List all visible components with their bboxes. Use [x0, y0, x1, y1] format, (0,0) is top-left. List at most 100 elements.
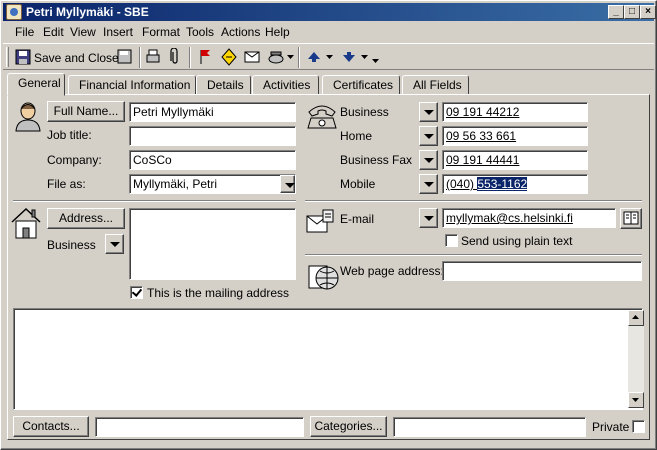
file-as-combobox[interactable]: Myllymäki, Petri [129, 174, 296, 194]
title-bar[interactable]: Petri Myllymäki - SBE _ □ × [3, 3, 656, 21]
next-dropdown-icon[interactable] [361, 55, 369, 61]
save-disk-icon [15, 49, 31, 65]
print-icon[interactable] [144, 48, 162, 66]
home-phone-value: 09 56 33 661 [446, 129, 517, 143]
menu-tools[interactable]: Tools [186, 25, 214, 39]
toolbar-separator [139, 47, 141, 68]
previous-dropdown-icon[interactable] [326, 55, 334, 61]
address-separator [13, 200, 296, 202]
scroll-down-button[interactable] [628, 392, 644, 408]
full-name-button[interactable]: Full Name... [47, 101, 125, 122]
file-as-label: File as: [47, 177, 86, 191]
notes-textarea[interactable] [13, 308, 643, 410]
business-fax-type-dropdown[interactable] [419, 150, 438, 170]
tab-details[interactable]: Details [196, 75, 251, 95]
standard-toolbar: Save and Close [3, 43, 654, 70]
company-label: Company: [47, 153, 102, 167]
dial-phone-icon[interactable] [267, 48, 285, 66]
job-title-field[interactable] [129, 126, 296, 146]
follow-up-flag-icon[interactable] [196, 48, 214, 66]
address-type-label: Business [47, 238, 96, 252]
menu-file[interactable]: File [15, 25, 34, 39]
business-phone-type-dropdown[interactable] [419, 102, 438, 122]
job-title-label: Job title: [47, 128, 92, 142]
full-name-field[interactable]: Petri Myllymäki [129, 102, 296, 122]
business-fax-value: 09 191 44441 [446, 153, 520, 167]
home-phone-field[interactable]: 09 56 33 661 [442, 126, 588, 146]
business-fax-field[interactable]: 09 191 44441 [442, 150, 588, 170]
mobile-phone-value: (040) [446, 177, 478, 191]
paperclip-icon[interactable] [166, 48, 184, 66]
dial-dropdown-icon[interactable] [287, 55, 295, 61]
company-field[interactable]: CoSCo [129, 150, 296, 170]
contacts-button[interactable]: Contacts... [13, 416, 89, 437]
toolbar-separator [189, 47, 191, 68]
save-icon[interactable] [116, 48, 134, 66]
person-icon [15, 102, 41, 132]
contact-card-icon [6, 4, 22, 20]
business-phone-value: 09 191 44212 [446, 105, 520, 119]
toolbar-separator [298, 47, 300, 68]
maximize-button[interactable]: □ [624, 5, 640, 19]
web-page-field[interactable] [442, 261, 642, 281]
close-button[interactable]: × [640, 5, 656, 19]
email-type-dropdown[interactable] [419, 208, 438, 228]
business-phone-label: Business [340, 105, 389, 119]
house-icon [11, 207, 41, 239]
email-envelope-icon [306, 209, 334, 233]
private-checkbox[interactable] [632, 420, 645, 433]
mobile-phone-type-dropdown[interactable] [419, 174, 438, 194]
menu-help[interactable]: Help [265, 25, 290, 39]
web-page-label: Web page address: [340, 264, 444, 278]
journal-icon[interactable] [220, 48, 238, 66]
window-title: Petri Myllymäki - SBE [26, 5, 149, 19]
address-type-dropdown[interactable] [105, 234, 124, 254]
categories-button[interactable]: Categories... [310, 416, 387, 437]
menu-actions[interactable]: Actions [221, 25, 260, 39]
toolbar-grip[interactable] [6, 47, 9, 67]
email-field[interactable]: myllymak@cs.helsinki.fi [442, 208, 616, 228]
email-label: E-mail [340, 212, 375, 226]
menu-bar: File Edit View Insert Format Tools Actio… [3, 22, 654, 42]
previous-item-icon[interactable] [305, 48, 323, 66]
save-and-close-label: Save and Close [34, 51, 119, 65]
tab-all-fields[interactable]: All Fields [402, 75, 469, 95]
mailing-address-checkbox[interactable] [130, 286, 143, 299]
email-value: myllymak@cs.helsinki.fi [446, 211, 573, 225]
menu-format[interactable]: Format [142, 25, 180, 39]
mobile-phone-selected-text: 553-1162 [477, 177, 528, 191]
home-phone-type-dropdown[interactable] [419, 126, 438, 146]
tab-certificates[interactable]: Certificates [322, 75, 400, 95]
toolbar-options-icon[interactable] [372, 55, 380, 65]
new-message-to-contact-icon[interactable] [243, 48, 261, 66]
address-book-button[interactable] [620, 208, 642, 229]
telephone-icon [307, 105, 337, 129]
mailing-address-label: This is the mailing address [147, 286, 290, 300]
address-textarea[interactable] [129, 208, 296, 280]
menu-insert[interactable]: Insert [103, 25, 133, 39]
contacts-field[interactable] [95, 417, 304, 437]
menu-view[interactable]: View [70, 25, 96, 39]
business-fax-label: Business Fax [340, 153, 413, 167]
tab-general[interactable]: General [7, 73, 65, 96]
address-book-icon [623, 211, 639, 225]
plain-text-checkbox[interactable] [445, 234, 458, 247]
menu-edit[interactable]: Edit [43, 25, 64, 39]
notes-scrollbar[interactable] [628, 310, 644, 408]
mobile-phone-field[interactable]: (040) 553-1162 [442, 174, 588, 194]
business-phone-field[interactable]: 09 191 44212 [442, 102, 588, 122]
next-item-icon[interactable] [340, 48, 358, 66]
save-and-close-button[interactable]: Save and Close [13, 47, 119, 68]
address-button[interactable]: Address... [47, 208, 125, 229]
home-phone-label: Home [340, 129, 373, 143]
tab-financial-information[interactable]: Financial Information [68, 75, 196, 95]
minimize-button[interactable]: _ [608, 5, 624, 19]
categories-field[interactable] [393, 417, 586, 437]
scroll-up-button[interactable] [628, 310, 644, 326]
web-globe-icon [308, 265, 339, 290]
email-separator [305, 200, 642, 202]
file-as-dropdown-button[interactable] [280, 175, 295, 193]
web-separator [305, 254, 642, 256]
private-label: Private [592, 420, 630, 434]
tab-activities[interactable]: Activities [252, 75, 319, 95]
